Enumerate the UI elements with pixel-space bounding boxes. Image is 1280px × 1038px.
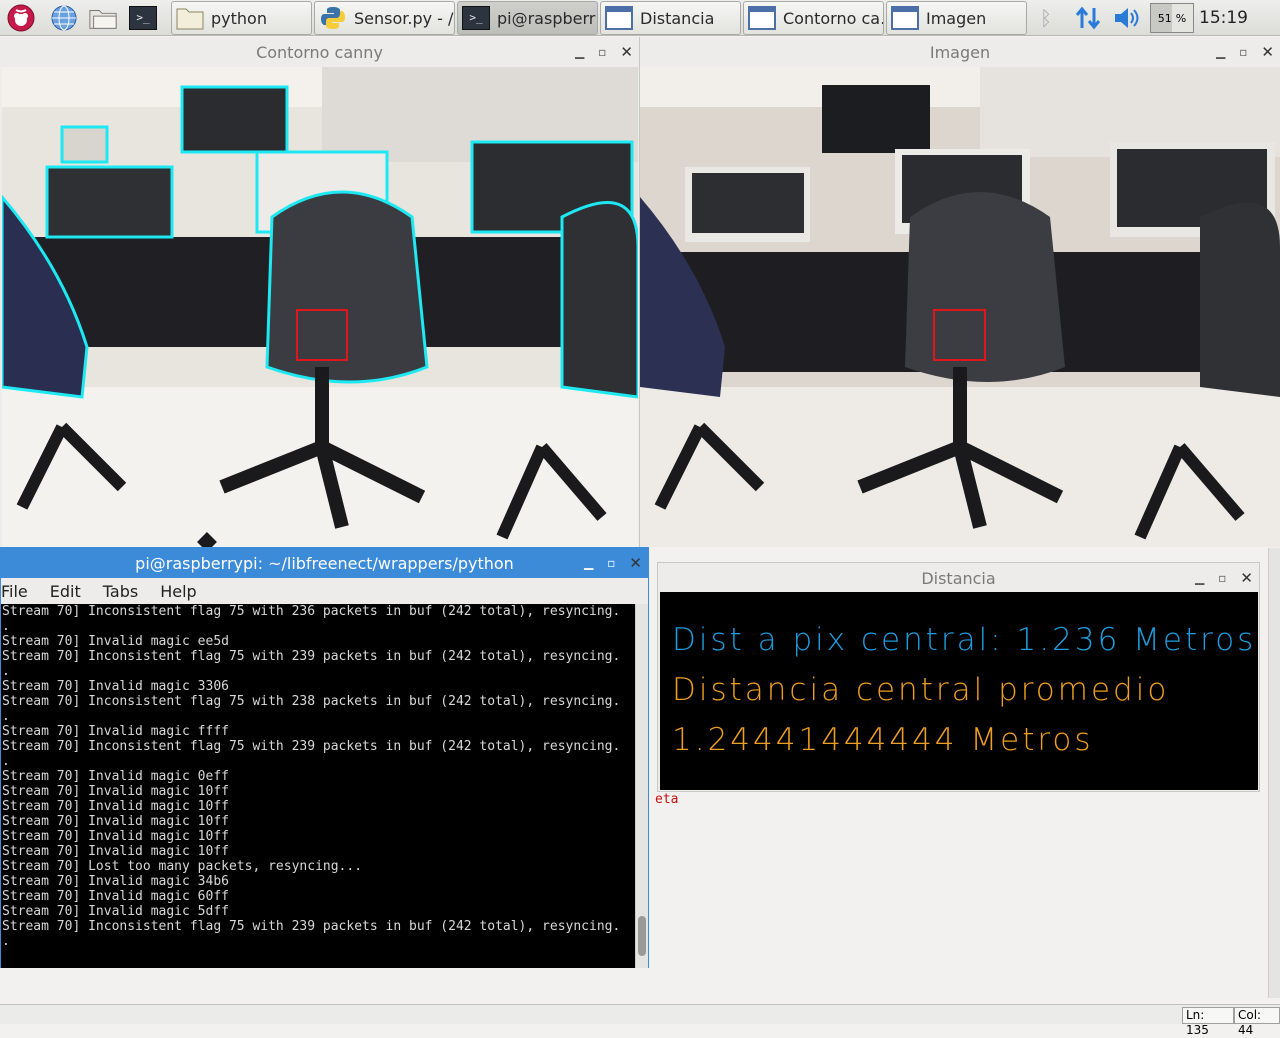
distancia-title: Distancia <box>921 568 996 588</box>
maximize-button[interactable]: ▫ <box>1239 45 1247 59</box>
camera-image <box>640 67 1280 547</box>
close-button[interactable]: ✕ <box>1240 569 1253 587</box>
distancia-window: Distancia ▁ ▫ ✕ Dist a pix central: 1.236 … <box>657 562 1260 792</box>
menu-tabs[interactable]: Tabs <box>103 582 138 601</box>
terminal-line: Stream 70] Invalid magic 10ff <box>2 799 229 814</box>
canny-titlebar[interactable]: Contorno canny ▁ ▫ ✕ <box>0 37 639 67</box>
terminal-line: Stream 70] Invalid magic 3306 <box>2 679 229 694</box>
terminal-line: Stream 70] Invalid magic 34b6 <box>2 874 229 889</box>
minimize-button[interactable]: ▁ <box>575 45 584 59</box>
distance-average-value: 1.24441444444 Metros <box>672 722 1094 758</box>
terminal-titlebar[interactable]: pi@raspberrypi: ~/libfreenect/wrappers/p… <box>1 548 648 578</box>
terminal-line: . <box>2 754 10 769</box>
editor-text-fragment: eta <box>655 792 679 807</box>
terminal-icon[interactable]: >_ <box>128 3 158 33</box>
line-number: Ln: 135 <box>1182 1007 1234 1037</box>
maximize-button[interactable]: ▫ <box>598 45 606 59</box>
taskbar-task-label: Imagen <box>926 8 987 28</box>
terminal-line: Stream 70] Inconsistent flag 75 with 239… <box>2 919 621 934</box>
terminal-output[interactable]: Stream 70] Inconsistent flag 75 with 236… <box>1 604 635 968</box>
close-button[interactable]: ✕ <box>620 43 633 61</box>
terminal-line: Stream 70] Invalid magic 60ff <box>2 889 229 904</box>
volume-icon[interactable] <box>1112 5 1142 35</box>
taskbar-task-label: python <box>211 8 267 28</box>
imagen-titlebar[interactable]: Imagen ▁ ▫ ✕ <box>640 37 1280 67</box>
terminal-line: Stream 70] Inconsistent flag 75 with 236… <box>2 604 621 619</box>
menu-help[interactable]: Help <box>160 582 196 601</box>
taskbar-task[interactable]: Distancia <box>600 1 741 35</box>
file-manager-icon[interactable] <box>88 3 118 33</box>
distance-pixel-central: Dist a pix central: 1.236 Metros <box>672 622 1257 658</box>
terminal-line: Stream 70] Invalid magic 0eff <box>2 769 229 784</box>
terminal-title: pi@raspberrypi: ~/libfreenect/wrappers/p… <box>135 553 514 573</box>
window-icon <box>604 4 634 32</box>
clock[interactable]: 15:19 <box>1199 8 1248 28</box>
column-number: Col: 44 <box>1234 1007 1280 1037</box>
bluetooth-icon[interactable]: ᛒ <box>1040 6 1052 30</box>
raspberry-menu-icon[interactable] <box>6 3 36 33</box>
menu-file[interactable]: File <box>1 582 28 601</box>
imagen-window: Imagen ▁ ▫ ✕ <box>640 37 1280 547</box>
terminal-line: Stream 70] Invalid magic 10ff <box>2 829 229 844</box>
close-button[interactable]: ✕ <box>1261 43 1274 61</box>
cpu-unit: % <box>1175 11 1187 25</box>
taskbar-task[interactable]: Sensor.py - /… <box>314 1 455 35</box>
minimize-button[interactable]: ▁ <box>1216 45 1225 59</box>
distancia-canvas: Dist a pix central: 1.236 Metros Distanc… <box>660 592 1258 790</box>
terminal-line: Stream 70] Inconsistent flag 75 with 238… <box>2 694 621 709</box>
terminal-line: . <box>2 664 10 679</box>
terminal-window: pi@raspberrypi: ~/libfreenect/wrappers/p… <box>0 547 649 968</box>
taskbar-task[interactable]: Imagen <box>886 1 1027 35</box>
terminal-line: . <box>2 934 10 949</box>
cpu-value: 51 <box>1157 11 1172 25</box>
taskbar-task-label: Distancia <box>640 8 715 28</box>
scrollbar-thumb[interactable] <box>638 916 646 956</box>
menu-edit[interactable]: Edit <box>50 582 81 601</box>
cpu-monitor[interactable]: 51 % <box>1150 3 1194 33</box>
taskbar-task[interactable]: python <box>171 1 312 35</box>
terminal-line: Stream 70] Invalid magic 5dff <box>2 904 229 919</box>
editor-scrollbar[interactable] <box>1268 548 1280 998</box>
terminal-icon: >_ <box>461 4 491 32</box>
terminal-line: Stream 70] Inconsistent flag 75 with 239… <box>2 739 621 754</box>
distancia-titlebar[interactable]: Distancia ▁ ▫ ✕ <box>658 563 1259 593</box>
network-icon[interactable] <box>1074 4 1102 36</box>
terminal-line: . <box>2 709 10 724</box>
taskbar-task[interactable]: >_ pi@raspberr… <box>457 1 598 35</box>
canny-image <box>2 67 638 547</box>
taskbar-task[interactable]: Contorno ca… <box>743 1 884 35</box>
maximize-button[interactable]: ▫ <box>1218 571 1226 585</box>
taskbar-task-label: pi@raspberr… <box>497 8 597 28</box>
imagen-title: Imagen <box>929 42 991 62</box>
terminal-line: Stream 70] Invalid magic ee5d <box>2 634 229 649</box>
terminal-line: Stream 70] Inconsistent flag 75 with 239… <box>2 649 621 664</box>
distance-average-label: Distancia central promedio <box>672 672 1170 708</box>
terminal-line: Stream 70] Invalid magic 10ff <box>2 814 229 829</box>
terminal-line: Stream 70] Invalid magic ffff <box>2 724 229 739</box>
editor-statusbar: Ln: 135 Col: 44 <box>0 1004 1280 1037</box>
close-button[interactable]: ✕ <box>629 554 642 572</box>
folder-icon <box>175 4 205 32</box>
maximize-button[interactable]: ▫ <box>607 556 615 570</box>
minimize-button[interactable]: ▁ <box>1195 571 1204 585</box>
terminal-line: Stream 70] Invalid magic 10ff <box>2 784 229 799</box>
terminal-scrollbar[interactable] <box>635 604 648 968</box>
taskbar-task-label: Sensor.py - /… <box>354 8 454 28</box>
terminal-line: . <box>2 619 10 634</box>
terminal-line: Stream 70] Lost too many packets, resync… <box>2 859 363 874</box>
canny-title: Contorno canny <box>256 42 383 62</box>
canny-window: Contorno canny ▁ ▫ ✕ <box>0 37 640 547</box>
window-icon <box>747 4 777 32</box>
terminal-menubar: File Edit Tabs Help <box>1 578 648 604</box>
python-icon <box>318 4 348 32</box>
taskbar-task-label: Contorno ca… <box>783 8 883 28</box>
taskbar: >_ python Sensor.py - /… >_ pi@raspberr… Dis… <box>0 0 1280 36</box>
minimize-button[interactable]: ▁ <box>584 556 593 570</box>
terminal-line: Stream 70] Invalid magic 10ff <box>2 844 229 859</box>
window-icon <box>890 4 920 32</box>
globe-icon[interactable] <box>49 3 79 33</box>
